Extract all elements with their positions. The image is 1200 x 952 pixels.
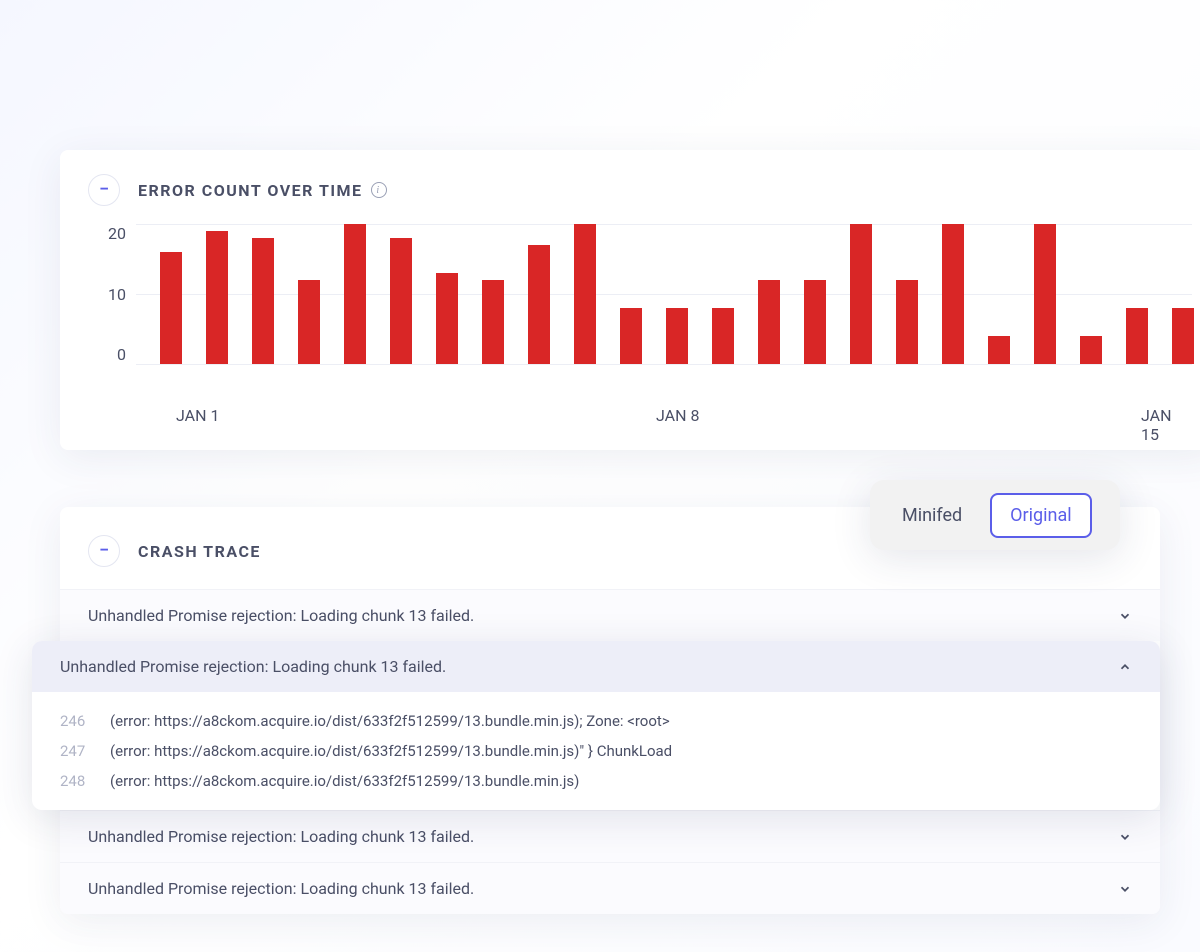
y-tick: 10 [108,285,126,304]
bar [1034,224,1056,364]
bar [758,280,780,364]
chevron-down-icon [1118,830,1132,844]
bar [712,308,734,364]
trace-row[interactable]: Unhandled Promise rejection: Loading chu… [60,810,1160,862]
code-lines: 246 (error: https://a8ckom.acquire.io/di… [32,692,1160,810]
code-line: 246 (error: https://a8ckom.acquire.io/di… [60,706,1132,736]
bar [850,224,872,364]
collapse-chart-button[interactable]: − [88,174,120,206]
bar [252,238,274,364]
bar [620,308,642,364]
chevron-down-icon [1118,882,1132,896]
chart-area: 20 10 0 [88,224,1192,394]
trace-row[interactable]: Unhandled Promise rejection: Loading chu… [60,862,1160,914]
chart-panel-header: − ERROR COUNT OVER TIME i [88,174,1192,206]
plot-wrapper [136,224,1192,364]
bar [942,224,964,364]
line-number: 247 [60,736,96,766]
bar [896,280,918,364]
trace-row-message: Unhandled Promise rejection: Loading chu… [88,606,474,625]
toggle-original-button[interactable]: Original [990,493,1091,538]
bar [1080,336,1102,364]
x-axis: JAN 1 JAN 8 JAN 15 [136,406,1192,436]
trace-expanded-message: Unhandled Promise rejection: Loading chu… [60,657,446,676]
line-text: (error: https://a8ckom.acquire.io/dist/6… [110,736,672,766]
bar [482,280,504,364]
bar [160,252,182,364]
line-text: (error: https://a8ckom.acquire.io/dist/6… [110,766,579,796]
bar [574,224,596,364]
trace-panel-title: CRASH TRACE [138,542,261,561]
x-tick: JAN 8 [656,406,699,425]
chevron-up-icon [1118,660,1132,674]
bar [1126,308,1148,364]
chart-panel-title: ERROR COUNT OVER TIME i [138,181,387,200]
line-number: 248 [60,766,96,796]
collapse-trace-button[interactable]: − [88,535,120,567]
bar [436,273,458,364]
error-count-panel: − ERROR COUNT OVER TIME i 20 10 0 JAN 1 … [60,150,1200,450]
bar [666,308,688,364]
bar [528,245,550,364]
crash-trace-panel: − CRASH TRACE Unhandled Promise rejectio… [60,507,1160,914]
line-number: 246 [60,706,96,736]
x-tick: JAN 15 [1141,406,1192,444]
y-tick: 20 [108,224,126,243]
y-axis: 20 10 0 [88,224,136,364]
chevron-down-icon [1118,609,1132,623]
code-line: 248 (error: https://a8ckom.acquire.io/di… [60,766,1132,796]
source-toggle: Minifed Original [870,480,1120,550]
bar [298,280,320,364]
bar [206,231,228,364]
trace-expanded-header[interactable]: Unhandled Promise rejection: Loading chu… [32,641,1160,692]
bar [390,238,412,364]
trace-title-text: CRASH TRACE [138,542,261,561]
trace-row-message: Unhandled Promise rejection: Loading chu… [88,879,474,898]
trace-expanded-card: Unhandled Promise rejection: Loading chu… [32,641,1160,810]
x-tick: JAN 1 [176,406,219,425]
info-icon[interactable]: i [371,182,387,198]
bar [344,224,366,364]
bar [988,336,1010,364]
trace-row[interactable]: Unhandled Promise rejection: Loading chu… [60,589,1160,641]
line-text: (error: https://a8ckom.acquire.io/dist/6… [110,706,670,736]
code-line: 247 (error: https://a8ckom.acquire.io/di… [60,736,1132,766]
toggle-minified-button[interactable]: Minifed [882,493,982,538]
bars-container [136,224,1192,364]
bar [1172,308,1194,364]
trace-row-message: Unhandled Promise rejection: Loading chu… [88,827,474,846]
bar [804,280,826,364]
chart-title-text: ERROR COUNT OVER TIME [138,181,363,200]
y-tick: 0 [117,345,126,364]
